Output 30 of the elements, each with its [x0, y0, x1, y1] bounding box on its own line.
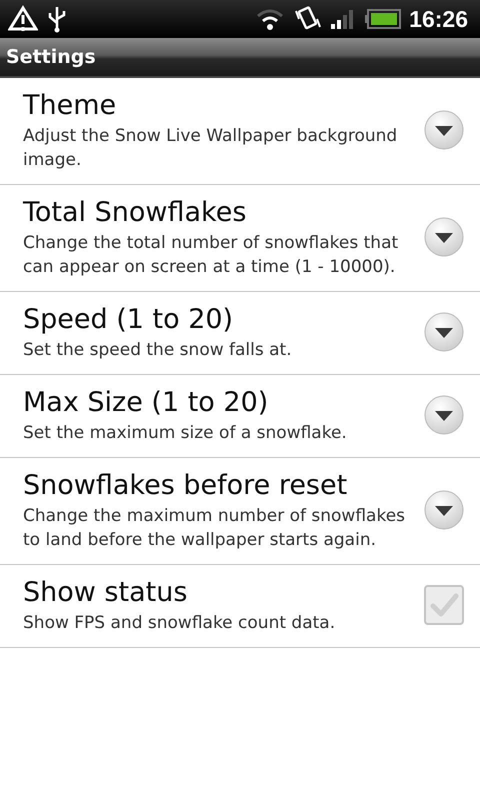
dropdown-icon[interactable] [424, 110, 464, 150]
item-summary: Change the total number of snowflakes that can appear on screen at a time (1 - 10000). [23, 232, 400, 279]
warning-icon [8, 5, 38, 33]
item-summary: Show FPS and snowflake count data. [23, 612, 336, 635]
usb-icon [46, 5, 68, 33]
settings-item[interactable]: Snowflakes before reset Change the maximum number of snowflakes to land before the wallpaper starts again. [0, 458, 480, 565]
item-summary: Change the maximum number of snowflakes to land before the wallpaper starts again. [23, 505, 406, 552]
dropdown-icon[interactable] [424, 217, 464, 257]
item-title: Snowflakes before reset [23, 469, 348, 503]
item-title: Show status [23, 576, 188, 610]
item-summary: Set the maximum size of a snowflake. [23, 422, 348, 445]
wifi-icon [255, 7, 286, 31]
item-title: Speed (1 to 20) [23, 303, 234, 337]
item-title: Theme [23, 89, 118, 123]
settings-item[interactable]: Max Size (1 to 20) Set the maximum size of a snowflake. [0, 375, 480, 458]
item-title: Total Snowflakes [23, 196, 248, 230]
checkbox[interactable] [424, 585, 464, 625]
dropdown-icon[interactable] [424, 395, 464, 435]
item-summary: Adjust the Snow Live Wallpaper background image. [23, 125, 398, 172]
settings-item[interactable]: Total Snowflakes Change the total number of snowflakes that can appear on screen at a time (1 - 10000). [0, 185, 480, 292]
dropdown-icon[interactable] [424, 490, 464, 530]
dropdown-icon[interactable] [424, 312, 464, 352]
item-title: Max Size (1 to 20) [23, 386, 270, 420]
clock-text: 16:26 [409, 6, 468, 32]
screen-title: Settings [6, 46, 96, 68]
item-summary: Set the speed the snow falls at. [23, 339, 293, 362]
battery-icon [365, 9, 402, 29]
settings-item[interactable]: Theme Adjust the Snow Live Wallpaper background image. [0, 78, 480, 185]
settings-item[interactable]: Speed (1 to 20) Set the speed the snow falls at. [0, 292, 480, 375]
settings-item[interactable]: Show status Show FPS and snowflake count data. [0, 565, 480, 648]
